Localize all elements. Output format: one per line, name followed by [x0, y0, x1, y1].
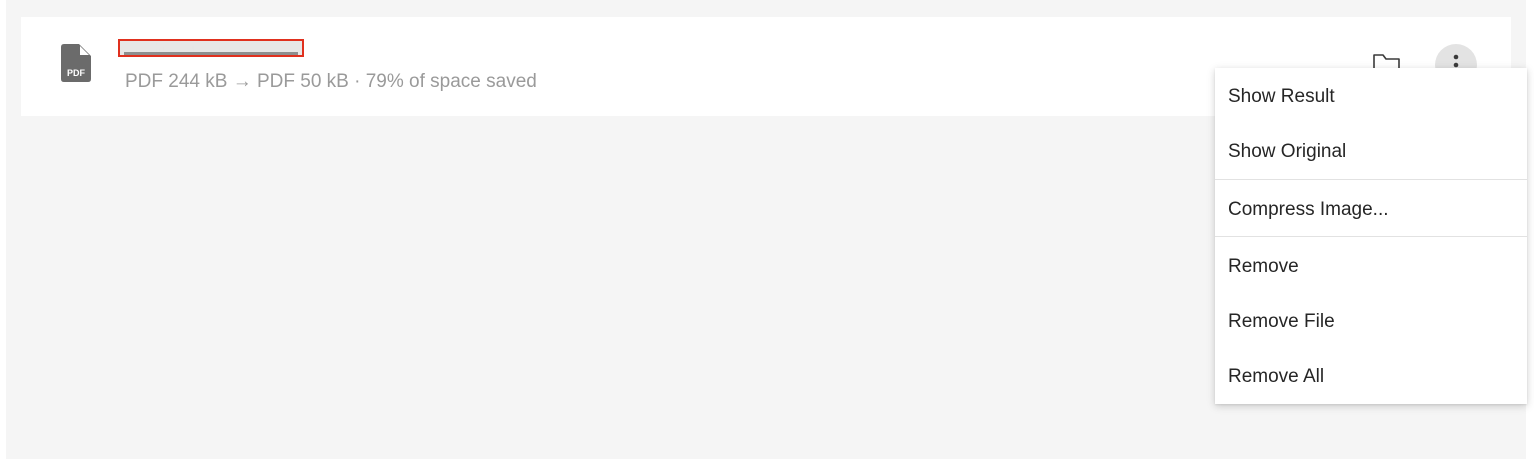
pdf-badge-text: PDF: [67, 68, 86, 78]
menu-item-compress-image[interactable]: Compress Image...: [1215, 183, 1527, 237]
menu-divider: [1215, 179, 1527, 180]
menu-item-remove-file[interactable]: Remove File: [1215, 295, 1527, 349]
file-size-info: PDF 244 kB → PDF 50 kB · 79% of space sa…: [125, 71, 537, 92]
file-name-redacted: Ansicht Kaufvertrag: [118, 39, 304, 57]
menu-item-remove-all[interactable]: Remove All: [1215, 350, 1527, 404]
menu-item-remove[interactable]: Remove: [1215, 240, 1527, 294]
menu-item-show-original[interactable]: Show Original: [1215, 125, 1527, 179]
menu-divider: [1215, 236, 1527, 237]
redaction-strike: [124, 52, 298, 55]
context-menu: Show Result Show Original Compress Image…: [1215, 68, 1527, 404]
menu-item-show-result[interactable]: Show Result: [1215, 70, 1527, 124]
pdf-file-icon: PDF: [61, 44, 91, 82]
